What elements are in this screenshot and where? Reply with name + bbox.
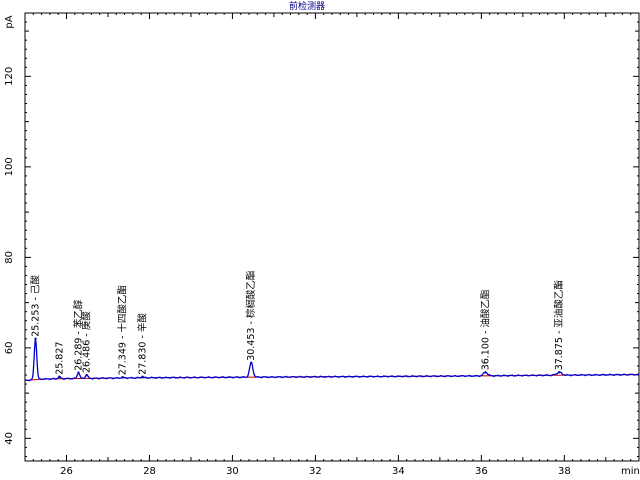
peak-marker: [58, 375, 61, 379]
peak-marker: [557, 371, 561, 374]
peak-label: 26.486 - 庚酸: [81, 311, 93, 373]
chart-title: 前检测器: [289, 0, 325, 12]
x-tick-label: 26: [60, 466, 73, 477]
peak-label: 37.875 - 亚油酸乙酯: [553, 280, 565, 371]
peak-marker: [121, 376, 124, 379]
peak-label: 25.827: [54, 342, 65, 375]
peak-marker: [77, 371, 80, 374]
peak-marker: [250, 361, 253, 365]
y-tick-label: 100: [4, 157, 15, 176]
x-tick-label: 36: [475, 466, 488, 477]
chart-background: [0, 0, 640, 480]
peak-label: 27.349 - 十四酸乙酯: [117, 285, 129, 376]
x-tick-label: 28: [143, 466, 156, 477]
y-tick-label: 60: [4, 342, 15, 355]
peak-marker: [484, 371, 487, 374]
peak-marker: [34, 337, 37, 341]
x-axis-unit: min: [621, 466, 640, 477]
y-tick-label: 120: [4, 67, 15, 86]
peak-label: 36.100 - 油酸乙酯: [480, 289, 492, 370]
peak-marker: [141, 375, 144, 379]
y-tick-label: 80: [4, 251, 15, 264]
peak-label: 25.253 - 己酸: [30, 275, 42, 337]
y-axis-unit: pA: [4, 15, 15, 28]
y-tick-label: 40: [4, 432, 15, 445]
x-tick-label: 38: [558, 466, 571, 477]
chromatogram-chart: 前检测器 pA min 40 60 80 100 120 26 28 30 32 34 36 38 2…: [0, 0, 640, 480]
peak-marker: [85, 373, 88, 377]
x-tick-label: 34: [392, 466, 405, 477]
x-tick-label: 30: [226, 466, 239, 477]
peak-label: 30.453 - 棕榈酸乙酯: [245, 270, 257, 361]
x-tick-label: 32: [309, 466, 322, 477]
peak-label: 27.830 - 辛酸: [136, 313, 148, 375]
